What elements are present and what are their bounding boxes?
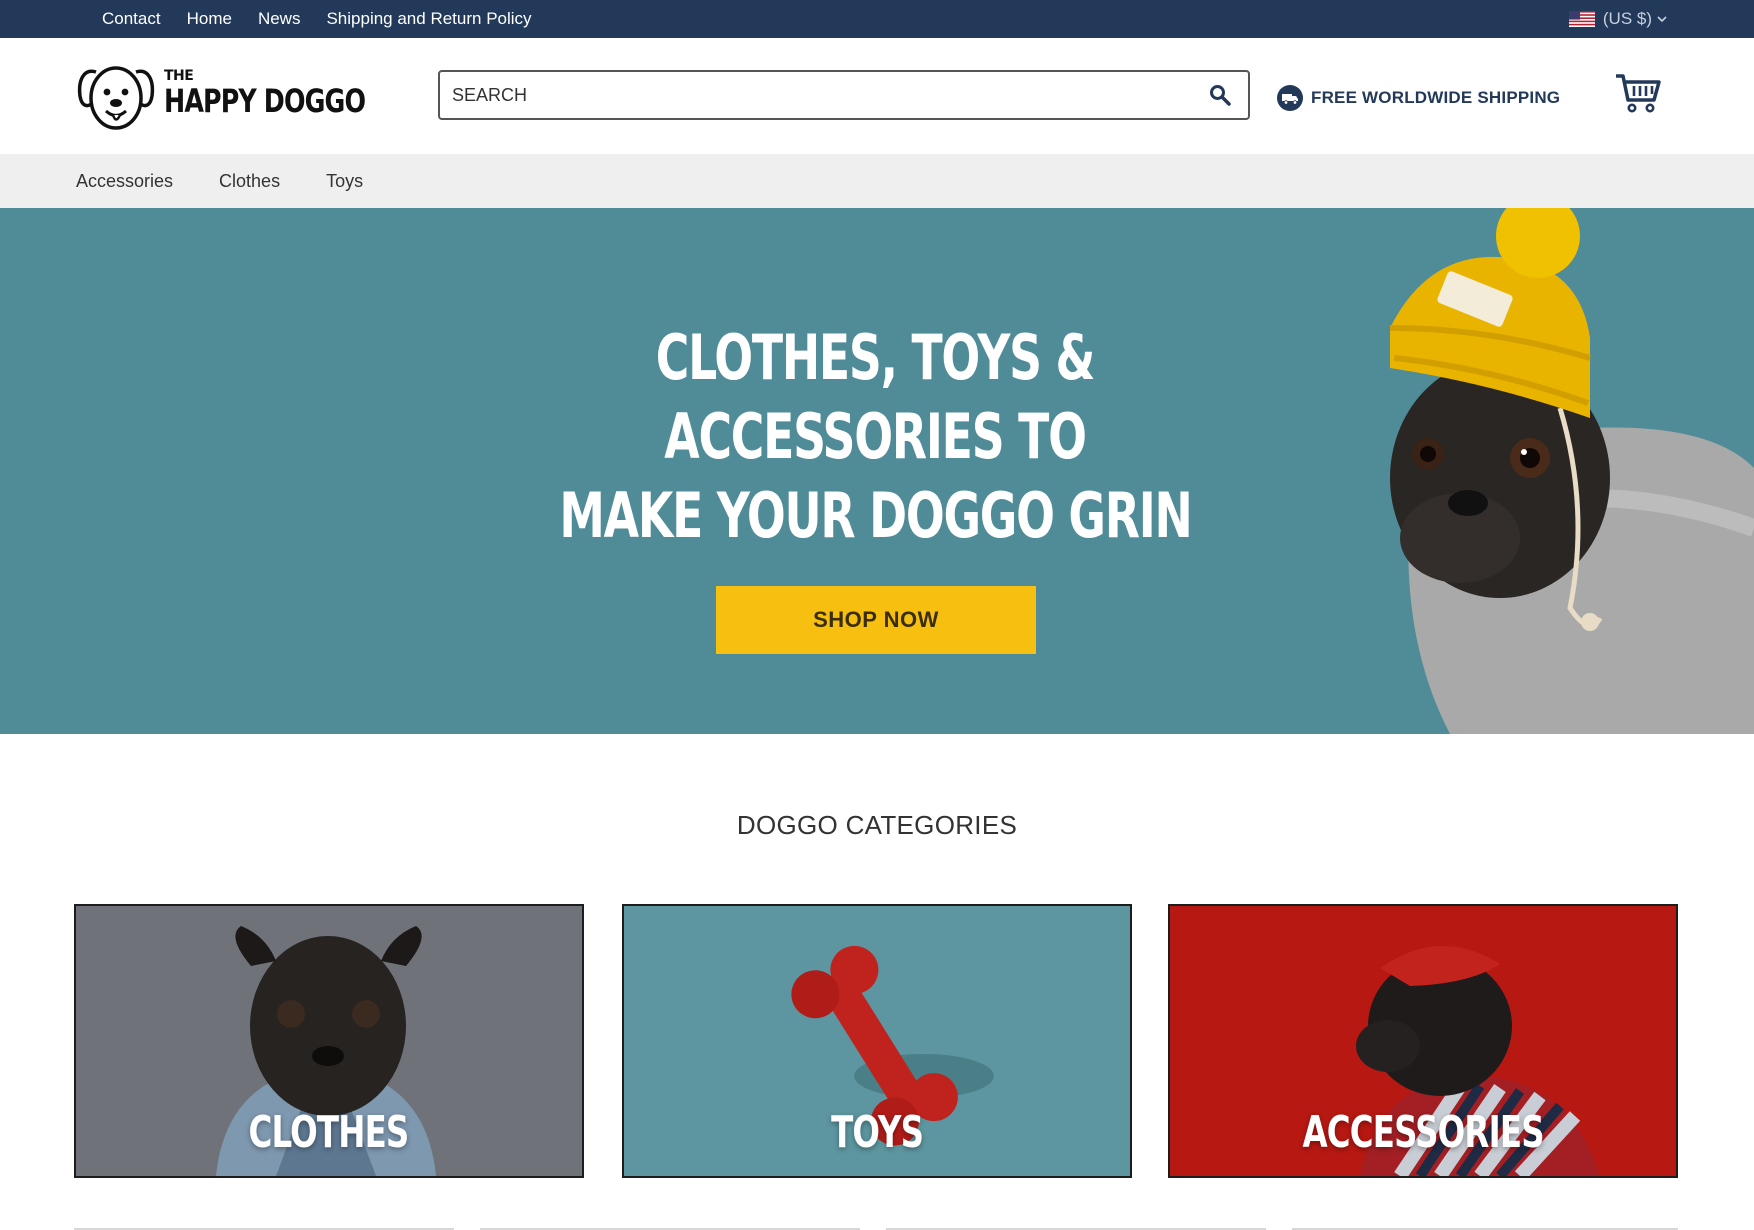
category-cards: CLOTHES TOYS ACCESSORIES	[74, 904, 1678, 1178]
search-icon	[1210, 85, 1231, 106]
search-button[interactable]	[1192, 72, 1248, 118]
link-home[interactable]: Home	[187, 9, 232, 29]
hero-title: CLOTHES, TOYS & ACCESSORIES TO MAKE YOUR…	[430, 318, 1320, 555]
category-card-toys[interactable]: TOYS	[622, 904, 1132, 1178]
category-label-accessories: ACCESSORIES	[1302, 1107, 1544, 1158]
us-flag-icon	[1568, 11, 1595, 27]
category-nav: Accessories Clothes Toys	[0, 154, 1754, 208]
category-nav-items: Accessories Clothes Toys	[76, 154, 363, 208]
dog-face-logo-icon	[77, 66, 155, 130]
delivery-truck-icon	[1277, 85, 1303, 111]
hero-title-line-2: MAKE YOUR DOGGO GRIN	[558, 479, 1192, 552]
nav-item-accessories[interactable]: Accessories	[76, 171, 173, 192]
top-utility-bar: Contact Home News Shipping and Return Po…	[0, 0, 1754, 38]
nav-item-toys[interactable]: Toys	[326, 171, 363, 192]
shipping-text: FREE WORLDWIDE SHIPPING	[1311, 88, 1561, 107]
pug-in-beanie-image	[1389, 208, 1754, 734]
logo-name: HAPPY DOGGO	[164, 82, 366, 120]
utility-links: Contact Home News Shipping and Return Po…	[102, 0, 532, 38]
link-contact[interactable]: Contact	[102, 9, 161, 29]
category-card-accessories[interactable]: ACCESSORIES	[1168, 904, 1678, 1178]
hero-title-line-1: CLOTHES, TOYS & ACCESSORIES TO	[655, 321, 1096, 473]
category-label-clothes: CLOTHES	[249, 1107, 410, 1158]
currency-label: (US $)	[1602, 9, 1652, 28]
hero-banner: CLOTHES, TOYS & ACCESSORIES TO MAKE YOUR…	[0, 208, 1754, 734]
site-header: THE HAPPY DOGGO FREE WORLDWIDE SHIPPING	[0, 38, 1754, 154]
nav-item-clothes[interactable]: Clothes	[219, 171, 280, 192]
category-card-clothes[interactable]: CLOTHES	[74, 904, 584, 1178]
link-shipping-policy[interactable]: Shipping and Return Policy	[326, 9, 531, 29]
chevron-down-icon	[1657, 16, 1667, 23]
link-news[interactable]: News	[258, 9, 301, 29]
shop-now-button[interactable]: SHOP NOW	[716, 586, 1036, 654]
search-input[interactable]	[440, 72, 1192, 118]
search-box	[438, 70, 1250, 120]
shopping-cart-icon	[1616, 74, 1661, 113]
shipping-banner: FREE WORLDWIDE SHIPPING	[1277, 84, 1560, 112]
category-label-toys: TOYS	[830, 1107, 924, 1158]
logo-wordmark: THE HAPPY DOGGO	[164, 58, 366, 134]
categories-heading: DOGGO CATEGORIES	[736, 810, 1018, 840]
cart-button[interactable]	[1614, 68, 1664, 118]
site-logo[interactable]: THE HAPPY DOGGO	[76, 58, 366, 134]
currency-selector[interactable]: (US $)	[1568, 0, 1668, 38]
